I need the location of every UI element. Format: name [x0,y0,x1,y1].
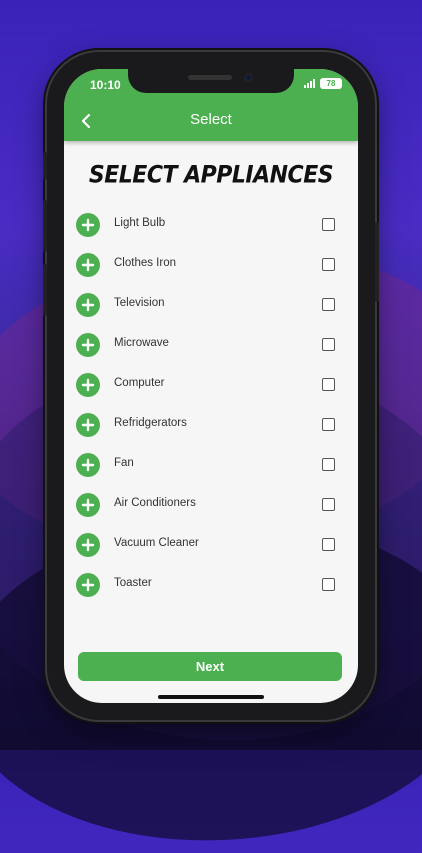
add-icon[interactable] [76,213,100,237]
list-item[interactable]: Toaster [64,565,358,605]
appliance-label: Fan [114,457,134,469]
appliance-label: Toaster [114,577,152,589]
add-icon[interactable] [76,453,100,477]
volume-up-button [43,200,47,252]
add-icon[interactable] [76,373,100,397]
status-icons: 78 [304,78,342,89]
appliance-checkbox[interactable] [322,378,335,391]
phone-frame: 10:10 78 Select SELECT APPLIANCES Light … [43,52,379,720]
page-title: SELECT APPLIANCES [88,161,334,190]
phone-screen: 10:10 78 Select SELECT APPLIANCES Light … [64,69,358,703]
add-icon[interactable] [76,293,100,317]
list-item[interactable]: Television [64,285,358,325]
mute-switch [43,152,47,180]
battery-icon: 78 [320,78,342,89]
appliance-label: Microwave [114,337,169,349]
app-bar-title: Select [190,111,232,128]
appliance-label: Vacuum Cleaner [114,537,199,549]
list-item[interactable]: Refridgerators [64,405,358,445]
add-icon[interactable] [76,253,100,277]
status-time: 10:10 [90,78,121,92]
appliance-label: Light Bulb [114,217,166,229]
speaker [188,75,232,80]
signal-icon [304,79,315,88]
list-item[interactable]: Computer [64,365,358,405]
appliance-label: Television [114,297,165,309]
list-item[interactable]: Fan [64,445,358,485]
appliance-checkbox[interactable] [322,418,335,431]
volume-down-button [43,264,47,316]
add-icon[interactable] [76,533,100,557]
power-button [375,222,379,302]
appliance-checkbox[interactable] [322,458,335,471]
list-item[interactable]: Clothes Iron [64,245,358,285]
appliance-checkbox[interactable] [322,538,335,551]
camera [244,73,253,82]
list-item[interactable]: Vacuum Cleaner [64,525,358,565]
add-icon[interactable] [76,413,100,437]
list-item[interactable]: Air Conditioners [64,485,358,525]
add-icon[interactable] [76,493,100,517]
appliance-label: Computer [114,377,165,389]
notch [128,69,294,93]
appliance-checkbox[interactable] [322,218,335,231]
appliance-label: Air Conditioners [114,497,196,509]
add-icon[interactable] [76,573,100,597]
appliance-checkbox[interactable] [322,498,335,511]
appliance-checkbox[interactable] [322,338,335,351]
appliance-checkbox[interactable] [322,578,335,591]
appliance-checkbox[interactable] [322,258,335,271]
list-item[interactable]: Light Bulb [64,205,358,245]
home-indicator[interactable] [158,695,264,699]
list-item[interactable]: Microwave [64,325,358,365]
appliance-label: Clothes Iron [114,257,177,269]
appliance-checkbox[interactable] [322,298,335,311]
appliance-label: Refridgerators [114,417,187,429]
add-icon[interactable] [76,333,100,357]
next-button[interactable]: Next [78,652,342,681]
